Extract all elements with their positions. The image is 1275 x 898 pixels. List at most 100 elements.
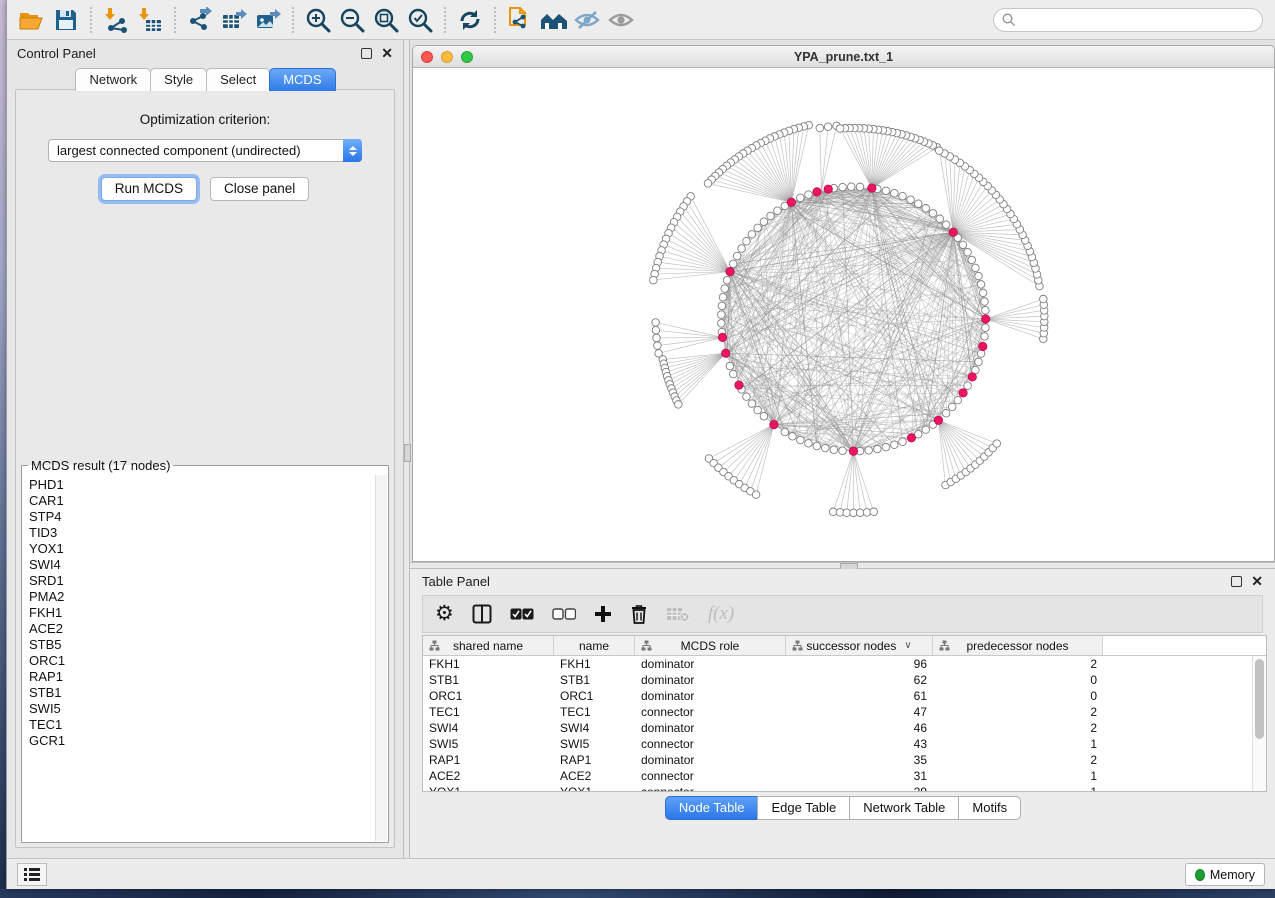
hide-selected-icon[interactable] (571, 4, 605, 36)
export-image-icon[interactable] (251, 4, 285, 36)
horizontal-splitter[interactable] (410, 562, 1275, 569)
vertical-splitter[interactable] (403, 40, 410, 858)
column-header-name[interactable]: name (554, 636, 635, 655)
import-network-icon[interactable] (99, 4, 133, 36)
open-file-icon[interactable] (15, 4, 49, 36)
export-table-icon[interactable] (217, 4, 251, 36)
network-window-titlebar: YPA_prune.txt_1 (413, 46, 1274, 68)
mcds-result-item[interactable]: ACE2 (29, 621, 375, 637)
mcds-result-item[interactable]: STB1 (29, 685, 375, 701)
zoom-in-icon[interactable] (301, 4, 335, 36)
zoom-out-icon[interactable] (335, 4, 369, 36)
cell-shared-name: ORC1 (423, 688, 554, 704)
optimization-criterion-select[interactable]: largest connected component (undirected) (48, 139, 362, 162)
mcds-result-item[interactable]: FKH1 (29, 605, 375, 621)
table-row[interactable]: STB1STB1dominator620 (423, 672, 1252, 688)
table-row[interactable]: ORC1ORC1dominator610 (423, 688, 1252, 704)
search-input[interactable] (1021, 13, 1254, 27)
table-panel-tabs: Node Table Edge Table Network Table Moti… (410, 796, 1275, 820)
cell-successor-nodes: 46 (786, 720, 933, 736)
task-history-icon[interactable] (17, 863, 47, 886)
close-panel-button[interactable]: Close panel (210, 177, 309, 201)
mcds-result-item[interactable]: SWI5 (29, 701, 375, 717)
column-header-mcds-role[interactable]: MCDS role (635, 636, 786, 655)
dropdown-stepper-icon (343, 139, 362, 162)
table-scrollbar[interactable] (1252, 656, 1266, 791)
cell-name: SWI5 (554, 736, 635, 752)
tab-node-table[interactable]: Node Table (665, 796, 759, 820)
network-canvas[interactable] (413, 68, 1274, 561)
tab-network-table[interactable]: Network Table (849, 796, 959, 820)
delete-table-icon[interactable] (666, 599, 690, 629)
add-column-icon[interactable] (594, 599, 612, 629)
mcds-result-item[interactable]: CAR1 (29, 493, 375, 509)
column-header-shared-name[interactable]: shared name (423, 636, 554, 655)
mcds-result-title: MCDS result (17 nodes) (28, 458, 173, 473)
clone-network-icon[interactable] (503, 4, 537, 36)
tab-style[interactable]: Style (150, 68, 207, 91)
mcds-result-item[interactable]: ORC1 (29, 653, 375, 669)
search-box[interactable] (993, 8, 1263, 32)
save-session-icon[interactable] (49, 4, 83, 36)
table-row[interactable]: TEC1TEC1connector472 (423, 704, 1252, 720)
tab-mcds[interactable]: MCDS (269, 68, 335, 91)
split-panel-icon[interactable] (472, 599, 492, 629)
table-row[interactable]: YOX1YOX1connector291 (423, 784, 1252, 791)
mcds-result-item[interactable]: TID3 (29, 525, 375, 541)
first-neighbors-icon[interactable] (537, 4, 571, 36)
mcds-result-item[interactable]: STB5 (29, 637, 375, 653)
function-builder-icon[interactable]: f(x) (708, 599, 734, 629)
refresh-view-icon[interactable] (453, 4, 487, 36)
delete-column-icon[interactable] (630, 599, 648, 629)
table-body: FKH1FKH1dominator962STB1STB1dominator620… (423, 656, 1252, 791)
cell-mcds-role: dominator (635, 752, 786, 768)
table-header-row: shared name name MCDS role successor nod… (423, 636, 1266, 656)
mcds-list-scrollbar[interactable] (375, 475, 387, 841)
column-header-successor-nodes[interactable]: successor nodes∨ (786, 636, 933, 655)
cell-mcds-role: connector (635, 704, 786, 720)
network-graph[interactable] (413, 68, 1274, 561)
table-row[interactable]: RAP1RAP1dominator352 (423, 752, 1252, 768)
cell-successor-nodes: 96 (786, 656, 933, 672)
float-panel-icon[interactable] (361, 48, 372, 59)
mcds-result-item[interactable]: SWI4 (29, 557, 375, 573)
zoom-selected-icon[interactable] (403, 4, 437, 36)
mcds-result-item[interactable]: RAP1 (29, 669, 375, 685)
mcds-result-item[interactable]: TEC1 (29, 717, 375, 733)
tab-motifs[interactable]: Motifs (958, 796, 1021, 820)
import-table-icon[interactable] (133, 4, 167, 36)
mcds-result-item[interactable]: PMA2 (29, 589, 375, 605)
cell-name: FKH1 (554, 656, 635, 672)
table-row[interactable]: SWI5SWI5connector431 (423, 736, 1252, 752)
memory-status-icon (1195, 869, 1205, 881)
control-panel: Control Panel ✕ Network Style Select MCD… (7, 40, 403, 858)
close-panel-icon[interactable]: ✕ (1251, 576, 1263, 587)
mcds-result-item[interactable]: SRD1 (29, 573, 375, 589)
memory-button[interactable]: Memory (1185, 863, 1265, 886)
cell-successor-nodes: 29 (786, 784, 933, 791)
mcds-result-item[interactable]: PHD1 (29, 477, 375, 493)
run-mcds-button[interactable]: Run MCDS (101, 177, 197, 201)
table-row[interactable]: FKH1FKH1dominator962 (423, 656, 1252, 672)
table-settings-icon[interactable]: ⚙ (435, 599, 454, 629)
column-header-predecessor-nodes[interactable]: predecessor nodes (933, 636, 1103, 655)
scrollbar-thumb[interactable] (1255, 659, 1264, 739)
export-network-icon[interactable] (183, 4, 217, 36)
deselect-all-icon[interactable] (552, 599, 576, 629)
float-panel-icon[interactable] (1231, 576, 1242, 587)
tab-select[interactable]: Select (206, 68, 270, 91)
table-row[interactable]: ACE2ACE2connector311 (423, 768, 1252, 784)
tab-edge-table[interactable]: Edge Table (757, 796, 850, 820)
tab-network[interactable]: Network (75, 68, 151, 91)
mcds-result-item[interactable]: STP4 (29, 509, 375, 525)
show-all-icon[interactable] (605, 4, 639, 36)
cell-predecessor-nodes: 2 (933, 656, 1103, 672)
close-panel-icon[interactable]: ✕ (381, 48, 393, 59)
mcds-result-item[interactable]: GCR1 (29, 733, 375, 749)
cell-mcds-role: dominator (635, 656, 786, 672)
mcds-result-item[interactable]: YOX1 (29, 541, 375, 557)
select-all-icon[interactable] (510, 599, 534, 629)
mcds-result-list[interactable]: PHD1CAR1STP4TID3YOX1SWI4SRD1PMA2FKH1ACE2… (23, 475, 375, 841)
zoom-fit-content-icon[interactable] (369, 4, 403, 36)
table-row[interactable]: SWI4SWI4dominator462 (423, 720, 1252, 736)
